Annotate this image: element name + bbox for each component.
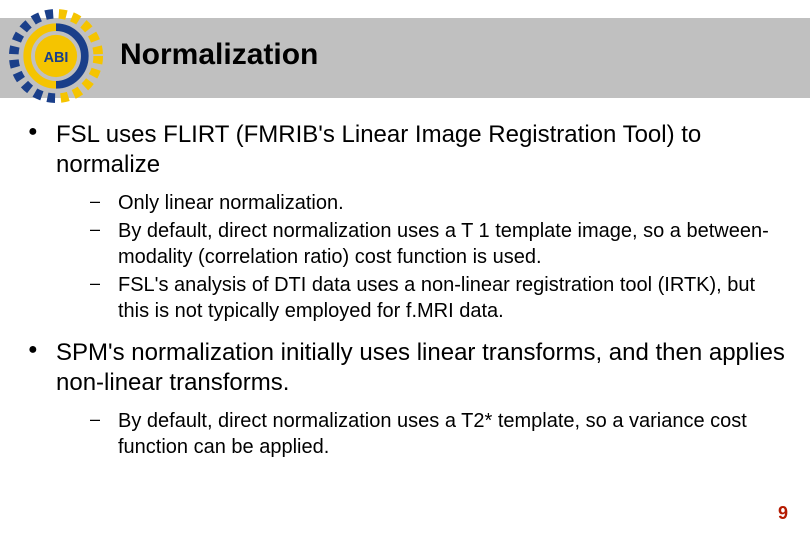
slide-title: Normalization xyxy=(120,38,318,72)
bullet-item: FSL uses FLIRT (FMRIB's Linear Image Reg… xyxy=(28,120,788,324)
page-number: 9 xyxy=(778,503,788,524)
logo-text: ABI xyxy=(44,50,69,66)
sub-bullet-item: By default, direct normalization uses a … xyxy=(90,218,788,270)
sub-bullet-text: By default, direct normalization uses a … xyxy=(118,220,769,268)
sub-bullet-text: Only linear normalization. xyxy=(118,192,344,214)
sub-bullet-item: FSL's analysis of DTI data uses a non-li… xyxy=(90,272,788,324)
sub-bullet-item: Only linear normalization. xyxy=(90,190,788,216)
bullet-text: SPM's normalization initially uses linea… xyxy=(56,339,785,396)
sub-bullet-text: FSL's analysis of DTI data uses a non-li… xyxy=(118,274,755,322)
bullet-item: SPM's normalization initially uses linea… xyxy=(28,338,788,460)
bullet-text: FSL uses FLIRT (FMRIB's Linear Image Reg… xyxy=(56,121,701,178)
abi-logo: ABI xyxy=(8,8,104,104)
sub-bullet-item: By default, direct normalization uses a … xyxy=(90,408,788,460)
slide-content: FSL uses FLIRT (FMRIB's Linear Image Reg… xyxy=(28,120,788,474)
sub-bullet-text: By default, direct normalization uses a … xyxy=(118,410,747,458)
